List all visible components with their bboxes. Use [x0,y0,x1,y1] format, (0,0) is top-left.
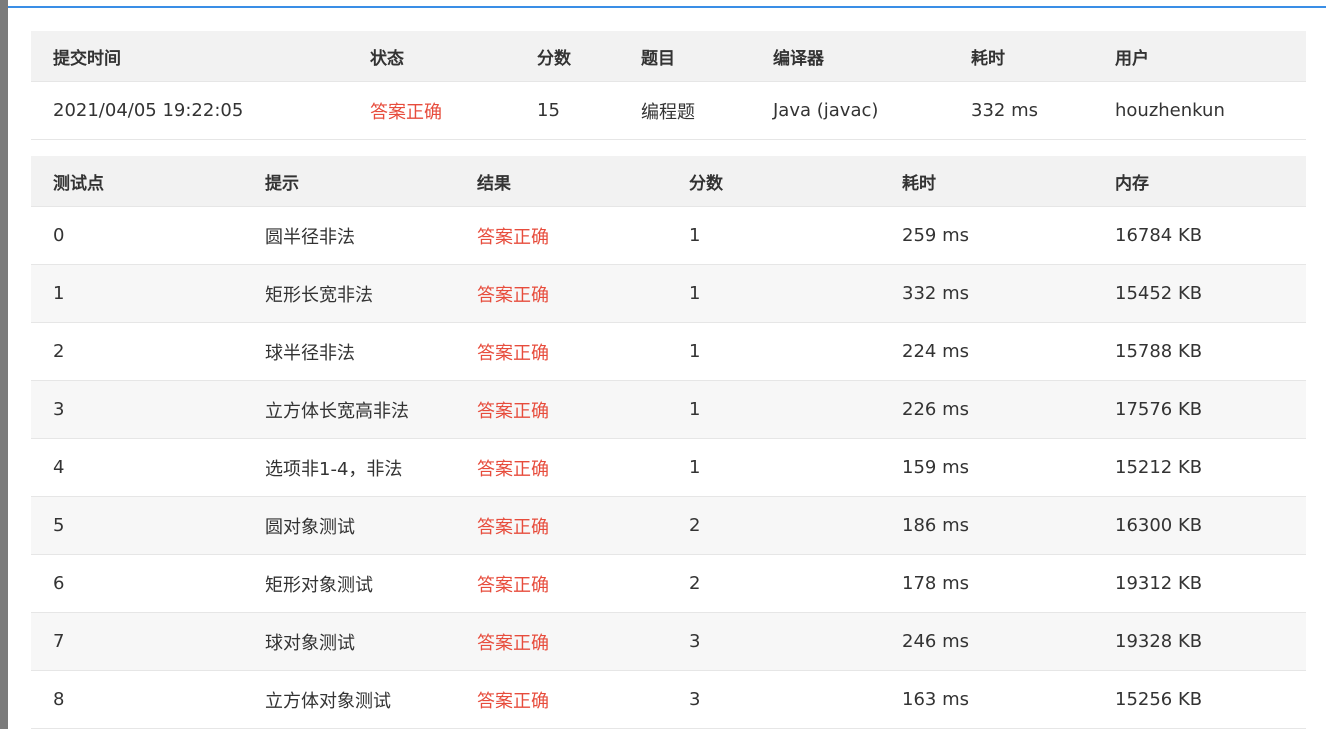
case-id: 8 [31,670,243,729]
case-time: 226 ms [880,380,1093,439]
case-score: 1 [667,438,880,497]
case-memory: 15212 KB [1093,438,1306,497]
table-row: 4 选项非1-4，非法 答案正确 1 159 ms 15212 KB [31,438,1306,497]
header-result: 结果 [455,156,667,207]
test-cases-table: 测试点 提示 结果 分数 耗时 内存 0 圆半径非法 答案正确 1 259 ms… [31,156,1306,729]
case-result: 答案正确 [455,670,667,729]
case-result: 答案正确 [455,612,667,671]
case-hint: 立方体长宽高非法 [243,380,455,439]
case-hint: 选项非1-4，非法 [243,438,455,497]
top-accent-line [8,6,1326,8]
table-row: 8 立方体对象测试 答案正确 3 163 ms 15256 KB [31,670,1306,729]
header-memory: 内存 [1093,156,1306,207]
case-memory: 16300 KB [1093,496,1306,555]
header-elapsed: 耗时 [949,31,1093,82]
header-case-id: 测试点 [31,156,243,207]
status-badge: 答案正确 [348,81,515,140]
case-result: 答案正确 [455,380,667,439]
submission-summary-table: 提交时间 状态 分数 题目 编译器 耗时 用户 2021/04/05 19:22… [31,31,1306,140]
header-status: 状态 [348,31,515,82]
case-memory: 15788 KB [1093,322,1306,381]
table-row: 1 矩形长宽非法 答案正确 1 332 ms 15452 KB [31,264,1306,323]
case-memory: 19328 KB [1093,612,1306,671]
header-score: 分数 [515,31,619,82]
compiler-name: Java (javac) [751,81,949,140]
case-time: 246 ms [880,612,1093,671]
header-hint: 提示 [243,156,455,207]
case-hint: 立方体对象测试 [243,670,455,729]
case-time: 332 ms [880,264,1093,323]
header-case-time: 耗时 [880,156,1093,207]
case-hint: 球对象测试 [243,612,455,671]
case-id: 5 [31,496,243,555]
case-time: 186 ms [880,496,1093,555]
table-row: 5 圆对象测试 答案正确 2 186 ms 16300 KB [31,496,1306,555]
table-row: 2 球半径非法 答案正确 1 224 ms 15788 KB [31,322,1306,381]
header-user: 用户 [1093,31,1306,82]
case-memory: 17576 KB [1093,380,1306,439]
case-score: 1 [667,380,880,439]
case-score: 2 [667,496,880,555]
case-time: 178 ms [880,554,1093,613]
case-result: 答案正确 [455,438,667,497]
total-elapsed: 332 ms [949,81,1093,140]
case-time: 224 ms [880,322,1093,381]
case-memory: 15256 KB [1093,670,1306,729]
case-score: 3 [667,670,880,729]
case-result: 答案正确 [455,206,667,265]
case-result: 答案正确 [455,554,667,613]
case-id: 2 [31,322,243,381]
case-score: 2 [667,554,880,613]
summary-header-row: 提交时间 状态 分数 题目 编译器 耗时 用户 [31,31,1306,82]
case-id: 4 [31,438,243,497]
case-result: 答案正确 [455,496,667,555]
user-name: houzhenkun [1093,81,1306,140]
case-hint: 矩形对象测试 [243,554,455,613]
case-result: 答案正确 [455,264,667,323]
header-problem: 题目 [619,31,751,82]
summary-row: 2021/04/05 19:22:05 答案正确 15 编程题 Java (ja… [31,81,1306,140]
case-score: 3 [667,612,880,671]
case-memory: 15452 KB [1093,264,1306,323]
header-case-score: 分数 [667,156,880,207]
case-time: 159 ms [880,438,1093,497]
case-id: 1 [31,264,243,323]
case-id: 6 [31,554,243,613]
case-score: 1 [667,322,880,381]
submission-detail-page: 提交时间 状态 分数 题目 编译器 耗时 用户 2021/04/05 19:22… [0,0,1326,729]
case-result: 答案正确 [455,322,667,381]
case-time: 259 ms [880,206,1093,265]
total-score: 15 [515,81,619,140]
case-hint: 球半径非法 [243,322,455,381]
case-id: 7 [31,612,243,671]
case-id: 0 [31,206,243,265]
table-row: 3 立方体长宽高非法 答案正确 1 226 ms 17576 KB [31,380,1306,439]
case-memory: 19312 KB [1093,554,1306,613]
cases-header-row: 测试点 提示 结果 分数 耗时 内存 [31,156,1306,207]
case-hint: 矩形长宽非法 [243,264,455,323]
case-score: 1 [667,206,880,265]
case-score: 1 [667,264,880,323]
case-memory: 16784 KB [1093,206,1306,265]
submit-time: 2021/04/05 19:22:05 [31,81,348,140]
case-time: 163 ms [880,670,1093,729]
table-row: 6 矩形对象测试 答案正确 2 178 ms 19312 KB [31,554,1306,613]
case-hint: 圆对象测试 [243,496,455,555]
left-sidebar-strip [0,0,8,729]
table-row: 7 球对象测试 答案正确 3 246 ms 19328 KB [31,612,1306,671]
problem-name: 编程题 [619,81,751,140]
case-hint: 圆半径非法 [243,206,455,265]
header-submit-time: 提交时间 [31,31,348,82]
table-row: 0 圆半径非法 答案正确 1 259 ms 16784 KB [31,206,1306,265]
case-id: 3 [31,380,243,439]
header-compiler: 编译器 [751,31,949,82]
